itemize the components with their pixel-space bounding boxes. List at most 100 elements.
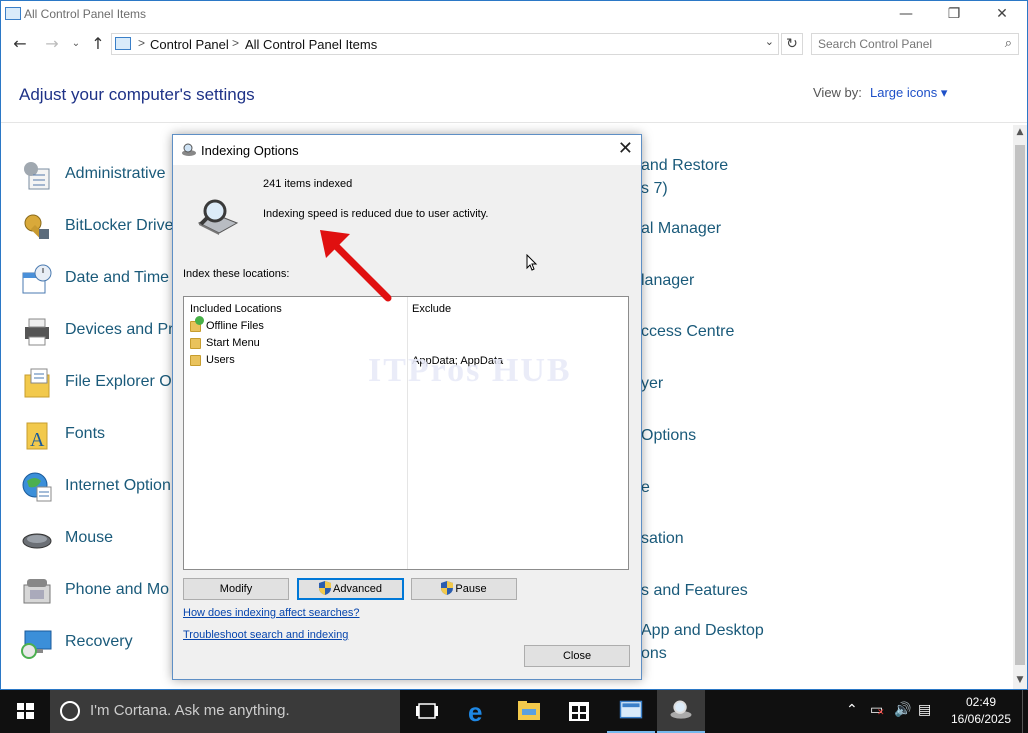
column-header-included[interactable]: Included Locations — [190, 303, 282, 315]
indexing-options-dialog: Indexing Options ✕ 241 items indexed Ind… — [172, 134, 642, 680]
address-bar[interactable]: > Control Panel > All Control Panel Item… — [111, 33, 779, 55]
volume-icon[interactable]: 🔊 — [894, 702, 911, 718]
item-label: Recovery — [65, 633, 133, 650]
troubleshoot-link[interactable]: Troubleshoot search and indexing — [183, 629, 348, 641]
item-label: Internet Option — [65, 477, 171, 494]
items-indexed-count: 241 items indexed — [263, 178, 353, 190]
clock-date: 16/06/2025 — [950, 712, 1012, 726]
item-label: Devices and Pri — [65, 321, 178, 338]
store-icon[interactable] — [555, 690, 603, 733]
watermark: ITPros HUB — [368, 352, 572, 389]
uac-shield-icon — [319, 581, 332, 595]
dialog-close-icon[interactable]: ✕ — [618, 138, 633, 159]
administrative-tools-icon — [24, 162, 50, 190]
item-remoteapp-line2[interactable]: ons — [641, 645, 667, 663]
item-device-manager[interactable]: lanager — [641, 272, 694, 290]
control-panel-icon — [619, 700, 643, 719]
file-explorer-icon[interactable] — [505, 690, 553, 733]
page-header: Adjust your computer's settings View by:… — [1, 61, 1027, 123]
item-label: Mouse — [65, 529, 114, 546]
breadcrumb-separator-icon: > — [232, 36, 240, 50]
location-name: Users — [206, 354, 235, 366]
folder-icon — [190, 355, 201, 366]
item-backup-restore[interactable]: and Restore — [641, 157, 728, 175]
item-backup-restore-line2[interactable]: s 7) — [641, 180, 668, 198]
item-keyboard[interactable]: e — [641, 479, 650, 497]
taskbar-clock[interactable]: 02:49 16/06/2025 — [946, 694, 1016, 728]
item-remoteapp[interactable]: App and Desktop — [641, 622, 764, 640]
indexing-options-taskbar-button[interactable] — [657, 690, 705, 733]
location-name: Offline Files — [206, 320, 264, 332]
sync-badge-icon — [195, 316, 204, 325]
item-label: Phone and Mo — [65, 581, 170, 598]
scroll-down-icon[interactable]: ▼ — [1013, 675, 1027, 685]
item-credential-manager[interactable]: al Manager — [641, 220, 721, 238]
breadcrumb-control-panel[interactable]: Control Panel — [150, 37, 229, 52]
scroll-up-icon[interactable]: ▲ — [1013, 127, 1027, 137]
address-dropdown-icon[interactable]: ⌄ — [765, 35, 774, 48]
view-by-dropdown[interactable]: Large icons ▾ — [870, 85, 947, 101]
forward-icon[interactable]: → — [41, 33, 63, 55]
item-label: File Explorer Op — [65, 373, 181, 390]
clock-time: 02:49 — [965, 695, 997, 709]
indexing-icon — [182, 143, 196, 156]
show-desktop-button[interactable] — [1022, 690, 1028, 733]
svg-text:e: e — [468, 697, 482, 727]
search-input[interactable] — [818, 34, 998, 54]
scrollbar-thumb[interactable] — [1015, 145, 1025, 665]
control-panel-icon — [5, 7, 21, 20]
action-center-icon[interactable]: ▤ — [918, 702, 931, 718]
windows-start-icon[interactable] — [0, 690, 50, 733]
cortana-icon — [60, 701, 80, 721]
edge-browser-icon[interactable]: e — [455, 690, 503, 733]
dialog-title-bar: Indexing Options ✕ — [173, 135, 641, 165]
maximize-button[interactable]: ❐ — [931, 1, 977, 29]
recent-locations-chevron-icon[interactable]: ⌄ — [65, 33, 87, 55]
view-by-label: View by: — [813, 85, 862, 100]
advanced-button-label: Advanced — [333, 583, 382, 595]
breadcrumb-all-items[interactable]: All Control Panel Items — [245, 37, 377, 52]
phone-icon — [23, 579, 51, 604]
cortana-search-box[interactable]: I'm Cortana. Ask me anything. — [50, 690, 400, 733]
column-header-exclude[interactable]: Exclude — [412, 303, 451, 315]
page-title: Adjust your computer's settings — [19, 85, 255, 104]
locations-list[interactable]: Included Locations Exclude Offline Files… — [183, 296, 629, 570]
back-icon[interactable]: ← — [9, 33, 31, 55]
item-ease-of-access[interactable]: ccess Centre — [641, 323, 734, 341]
indexing-icon — [670, 700, 692, 719]
minimize-button[interactable]: — — [883, 1, 929, 29]
index-locations-label: Index these locations: — [183, 268, 290, 280]
item-flash-player[interactable]: yer — [641, 375, 663, 393]
uac-shield-icon — [441, 581, 454, 595]
control-panel-taskbar-button[interactable] — [607, 690, 655, 733]
item-label: Administrative — [65, 165, 166, 182]
dialog-title: Indexing Options — [201, 143, 299, 158]
indexing-help-link[interactable]: How does indexing affect searches? — [183, 607, 360, 619]
modify-button[interactable]: Modify — [183, 578, 289, 600]
item-label: Date and Time — [65, 269, 170, 286]
title-bar: All Control Panel Items — ❐ ✕ — [1, 1, 1027, 29]
column-divider — [407, 297, 408, 569]
network-error-badge-icon: ✕ — [877, 708, 885, 718]
refresh-icon[interactable]: ↻ — [781, 33, 803, 55]
advanced-button[interactable]: Advanced — [297, 578, 404, 600]
task-view-icon[interactable] — [403, 690, 451, 733]
close-window-button[interactable]: ✕ — [979, 1, 1025, 29]
navigation-bar: ← → ⌄ ↑ > Control Panel > All Control Pa… — [1, 31, 1027, 57]
show-hidden-icons-chevron-icon[interactable]: ⌃ — [846, 702, 858, 718]
bitlocker-key-icon — [24, 214, 49, 240]
search-icon[interactable]: ⌕ — [1005, 36, 1012, 51]
taskbar: I'm Cortana. Ask me anything. e ⌃ ▭ ✕ 🔊 … — [0, 690, 1028, 733]
pause-button[interactable]: Pause — [411, 578, 517, 600]
cortana-placeholder: I'm Cortana. Ask me anything. — [90, 702, 290, 719]
close-button[interactable]: Close — [524, 645, 630, 667]
item-indexing-options[interactable]: Options — [641, 427, 696, 445]
control-panel-icon — [115, 37, 131, 50]
fonts-icon: A — [26, 422, 48, 451]
calendar-clock-icon — [22, 264, 52, 294]
recovery-icon — [21, 630, 52, 659]
item-programs-features[interactable]: s and Features — [641, 582, 748, 600]
vertical-scrollbar[interactable]: ▲ ▼ — [1013, 125, 1027, 689]
item-personalisation[interactable]: sation — [641, 530, 684, 548]
up-icon[interactable]: ↑ — [87, 33, 109, 55]
